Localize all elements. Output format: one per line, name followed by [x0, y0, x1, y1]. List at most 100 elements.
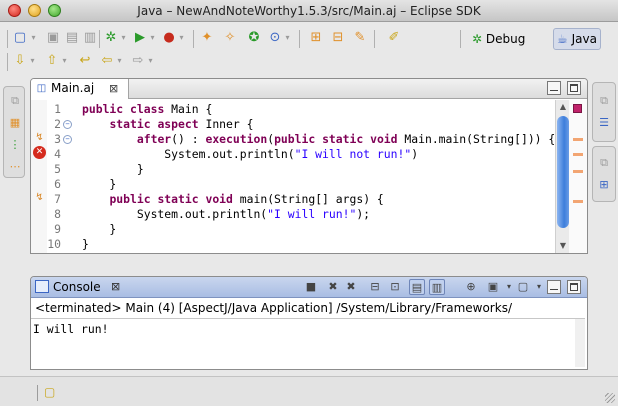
show-console-on-error-icon[interactable]: ▥ [429, 279, 445, 295]
outline-icon[interactable]: ☰ [596, 115, 612, 131]
run-dropdown-icon[interactable]: ▾ [148, 29, 157, 47]
console-process-label: <terminated> Main (4) [AspectJ/Java Appl… [35, 301, 512, 315]
code-text: public class Main { [82, 102, 212, 117]
fast-view-icon[interactable]: ▢ [44, 385, 55, 399]
code-text: } [82, 162, 144, 177]
external-tools-icon[interactable]: ● [161, 29, 177, 47]
next-annotation-dropdown-icon[interactable]: ▾ [28, 52, 37, 70]
minimize-view-icon[interactable] [547, 280, 561, 294]
new-class-icon[interactable]: ✪ [246, 29, 262, 47]
scroll-lock-icon[interactable]: ⊡ [387, 279, 403, 295]
save-all-icon[interactable]: ▤ [64, 29, 80, 47]
maximize-view-icon[interactable] [567, 81, 581, 95]
string-token: "I will run!" [267, 207, 357, 221]
code-text: } [82, 177, 116, 192]
perspective-debug[interactable]: ✲ Debug [468, 28, 529, 50]
minimize-view-icon[interactable] [547, 81, 561, 95]
remove-launch-icon[interactable]: ✖ [325, 279, 341, 295]
scroll-thumb[interactable] [557, 116, 569, 228]
line-number: 6 [54, 177, 61, 191]
keyword-token: public [82, 102, 124, 116]
new-aspect-dropdown-icon[interactable]: ▾ [283, 29, 292, 47]
package-explorer-icon[interactable]: ▦ [7, 115, 23, 131]
overview-annotation[interactable] [573, 153, 583, 156]
code-text: public static void main(String[] args) { [82, 192, 383, 207]
open-type-icon[interactable]: ⊞ [308, 29, 324, 47]
new-java-project-icon[interactable]: ✦ [199, 29, 215, 47]
code-token: } [82, 237, 89, 251]
scroll-up-arrow-icon[interactable]: ▲ [557, 101, 569, 113]
console-scrollbar[interactable] [575, 319, 585, 367]
last-edit-location-icon[interactable]: ↩ [77, 52, 93, 70]
display-selected-console-icon[interactable]: ▣ [485, 279, 501, 295]
save-icon[interactable]: ▣ [45, 29, 61, 47]
window-title: Java – NewAndNoteWorthy1.5.3/src/Main.aj… [137, 4, 481, 18]
toolbar-separator [299, 30, 300, 48]
debug-perspective-icon: ✲ [472, 32, 483, 46]
advice-marker-icon[interactable]: ↯ [33, 131, 46, 144]
fold-toggle-icon[interactable]: − [63, 120, 72, 129]
main-toolbar: ▢ ▾ ▣ ▤ ▥ ✲ ▾ ▶ ▾ ● ▾ ✦ ✧ ✪ ⊙ ▾ ⊞ ⊟ ✎ ✐ … [0, 24, 618, 52]
keyword-token: static [109, 117, 151, 131]
resize-grip-icon[interactable] [605, 393, 615, 403]
open-task-icon[interactable]: ⊟ [330, 29, 346, 47]
editor-tab-main-aj[interactable]: ◫ Main.aj ⊠ [31, 79, 129, 99]
external-tools-dropdown-icon[interactable]: ▾ [177, 29, 186, 47]
new-aspect-icon[interactable]: ⊙ [267, 29, 283, 47]
console-output[interactable]: I will run! [31, 318, 585, 364]
keyword-token: void [370, 132, 398, 146]
cross-references-icon[interactable]: ⋯ [7, 159, 23, 175]
overview-annotation[interactable] [573, 138, 583, 141]
next-annotation-icon[interactable]: ⇩ [12, 52, 28, 70]
print-icon[interactable]: ▥ [82, 29, 98, 47]
restore-icon[interactable]: ⧉ [596, 93, 612, 109]
new-package-icon[interactable]: ✧ [222, 29, 238, 47]
advised-by-marker-icon[interactable]: ↯ [33, 191, 46, 204]
keyword-token: aspect [157, 117, 199, 131]
close-tab-icon[interactable]: ⊠ [109, 79, 118, 98]
left-trim-stack: ⧉ ▦ ⋮ ⋯ [3, 86, 25, 178]
debug-dropdown-icon[interactable]: ▾ [119, 29, 128, 47]
overview-annotation[interactable] [573, 200, 583, 203]
close-tab-icon[interactable]: ⊠ [111, 277, 120, 297]
editor-vertical-scrollbar[interactable]: ▲ ▼ [555, 100, 569, 253]
perspective-java[interactable]: ☕ Java [553, 28, 601, 50]
console-tab[interactable]: Console ⊠ [31, 277, 127, 298]
open-console-dropdown-icon[interactable]: ▾ [531, 279, 547, 295]
remove-all-terminated-icon[interactable]: ✖ [343, 279, 359, 295]
new-icon[interactable]: ▢ [12, 29, 28, 47]
back-dropdown-icon[interactable]: ▾ [115, 52, 124, 70]
debug-icon[interactable]: ✲ [103, 29, 119, 47]
code-token: ) [411, 147, 419, 161]
back-icon[interactable]: ⇦ [99, 52, 115, 70]
previous-annotation-icon[interactable]: ⇧ [44, 52, 60, 70]
toggle-mark-occurrences-icon[interactable]: ✐ [386, 29, 402, 47]
open-console-icon[interactable]: ▢ [515, 279, 531, 295]
restore-icon[interactable]: ⧉ [7, 93, 23, 109]
show-console-on-output-icon[interactable]: ▤ [409, 279, 425, 295]
hierarchy-icon[interactable]: ⋮ [7, 137, 23, 153]
clear-console-icon[interactable]: ⊟ [367, 279, 383, 295]
keyword-token: public [274, 132, 316, 146]
pin-console-icon[interactable]: ⊕ [463, 279, 479, 295]
code-text: after() : execution(public static void M… [82, 132, 555, 147]
forward-icon[interactable]: ⇨ [130, 52, 146, 70]
keyword-token: static [157, 192, 199, 206]
toolbar-separator [99, 30, 100, 48]
restore-icon[interactable]: ⧉ [596, 155, 612, 171]
terminate-icon[interactable]: ■ [303, 279, 319, 295]
fold-toggle-icon[interactable]: − [63, 135, 72, 144]
right-trim-stack-visualiser: ⧉ ⊞ [592, 146, 616, 202]
previous-annotation-dropdown-icon[interactable]: ▾ [60, 52, 69, 70]
run-icon[interactable]: ▶ [132, 29, 148, 47]
forward-dropdown-icon[interactable]: ▾ [146, 52, 155, 70]
overview-annotation[interactable] [573, 170, 583, 173]
maximize-view-icon[interactable] [567, 280, 581, 294]
visualiser-icon[interactable]: ⊞ [596, 177, 612, 193]
search-icon[interactable]: ✎ [352, 29, 368, 47]
error-overview-icon[interactable] [573, 104, 582, 113]
scroll-down-arrow-icon[interactable]: ▼ [557, 240, 569, 252]
new-dropdown-icon[interactable]: ▾ [29, 29, 38, 47]
error-marker-icon[interactable]: ✕ [33, 146, 46, 159]
code-text: System.out.println("I will run!"); [82, 207, 370, 222]
